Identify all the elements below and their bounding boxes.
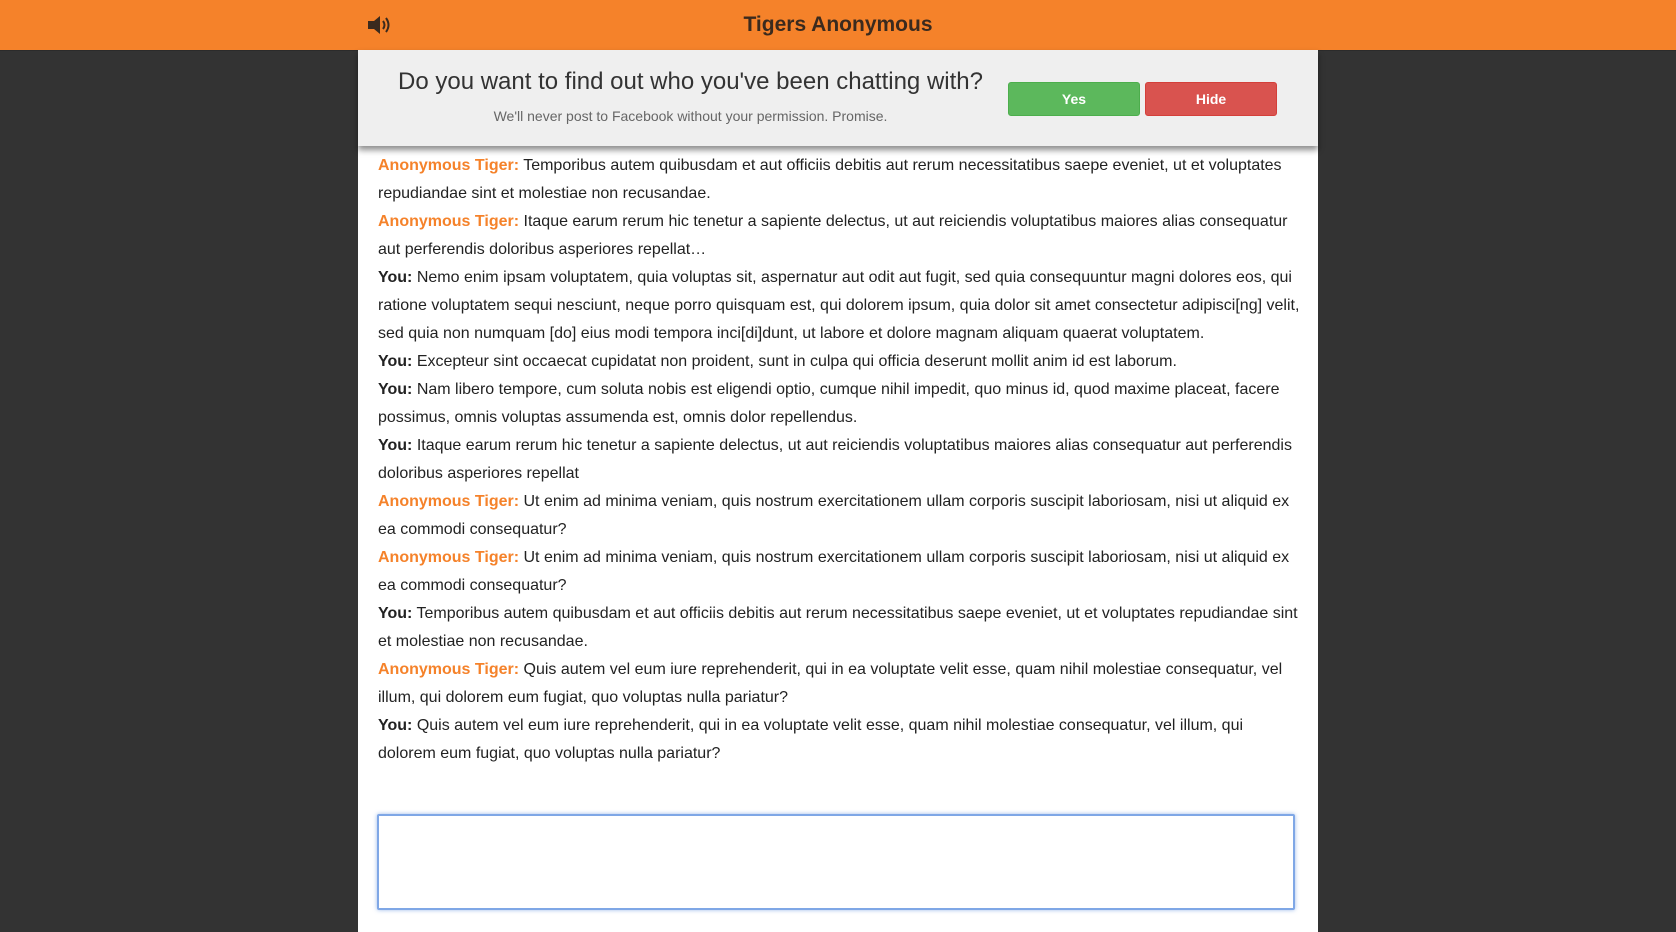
prompt-question: Do you want to find out who you've been … [398, 68, 983, 95]
chat-message: Anonymous Tiger: Itaque earum rerum hic … [378, 208, 1303, 264]
message-composer[interactable] [377, 814, 1295, 910]
message-sender: You: [378, 353, 413, 370]
reveal-identity-prompt: Do you want to find out who you've been … [358, 50, 1318, 146]
message-text: Excepteur sint occaecat cupidatat non pr… [416, 353, 1177, 370]
message-sender: You: [378, 437, 413, 454]
chat-message: You: Nam libero tempore, cum soluta nobi… [378, 376, 1303, 432]
message-sender: Anonymous Tiger: [378, 493, 520, 510]
chat-message: You: Nemo enim ipsam voluptatem, quia vo… [378, 264, 1303, 348]
message-sender: You: [378, 605, 413, 622]
chat-log: eaque ipsa, quae ab illo inventore verit… [378, 124, 1303, 768]
chat-message: You: Itaque earum rerum hic tenetur a sa… [378, 432, 1303, 488]
message-text: Nemo enim ipsam voluptatem, quia volupta… [378, 269, 1300, 342]
message-sender: You: [378, 269, 413, 286]
message-text: Quis autem vel eum iure reprehenderit, q… [378, 717, 1244, 762]
chat-message: Anonymous Tiger: Quis autem vel eum iure… [378, 656, 1303, 712]
message-sender: Anonymous Tiger: [378, 213, 520, 230]
chat-message: You: Quis autem vel eum iure reprehender… [378, 712, 1303, 768]
chat-message: Anonymous Tiger: Ut enim ad minima venia… [378, 488, 1303, 544]
message-text: Nam libero tempore, cum soluta nobis est… [378, 381, 1280, 426]
message-sender: You: [378, 381, 413, 398]
yes-button[interactable]: Yes [1008, 82, 1140, 116]
message-text: Temporibus autem quibusdam et aut offici… [378, 605, 1298, 650]
message-text: Itaque earum rerum hic tenetur a sapient… [378, 437, 1292, 482]
prompt-subtext: We'll never post to Facebook without you… [493, 108, 888, 124]
chat-panel: eaque ipsa, quae ab illo inventore verit… [358, 50, 1318, 932]
message-sender: You: [378, 717, 413, 734]
message-sender: Anonymous Tiger: [378, 549, 520, 566]
message-sender: Anonymous Tiger: [378, 661, 520, 678]
message-input[interactable] [379, 816, 1293, 908]
app-title: Tigers Anonymous [743, 13, 933, 36]
message-sender: Anonymous Tiger: [378, 157, 520, 174]
chat-message: Anonymous Tiger: Ut enim ad minima venia… [378, 544, 1303, 600]
hide-button[interactable]: Hide [1145, 82, 1277, 116]
chat-message: You: Excepteur sint occaecat cupidatat n… [378, 348, 1303, 376]
chat-message: You: Temporibus autem quibusdam et aut o… [378, 600, 1303, 656]
top-bar: Tigers Anonymous [0, 0, 1676, 50]
chat-message: Anonymous Tiger: Temporibus autem quibus… [378, 152, 1303, 208]
